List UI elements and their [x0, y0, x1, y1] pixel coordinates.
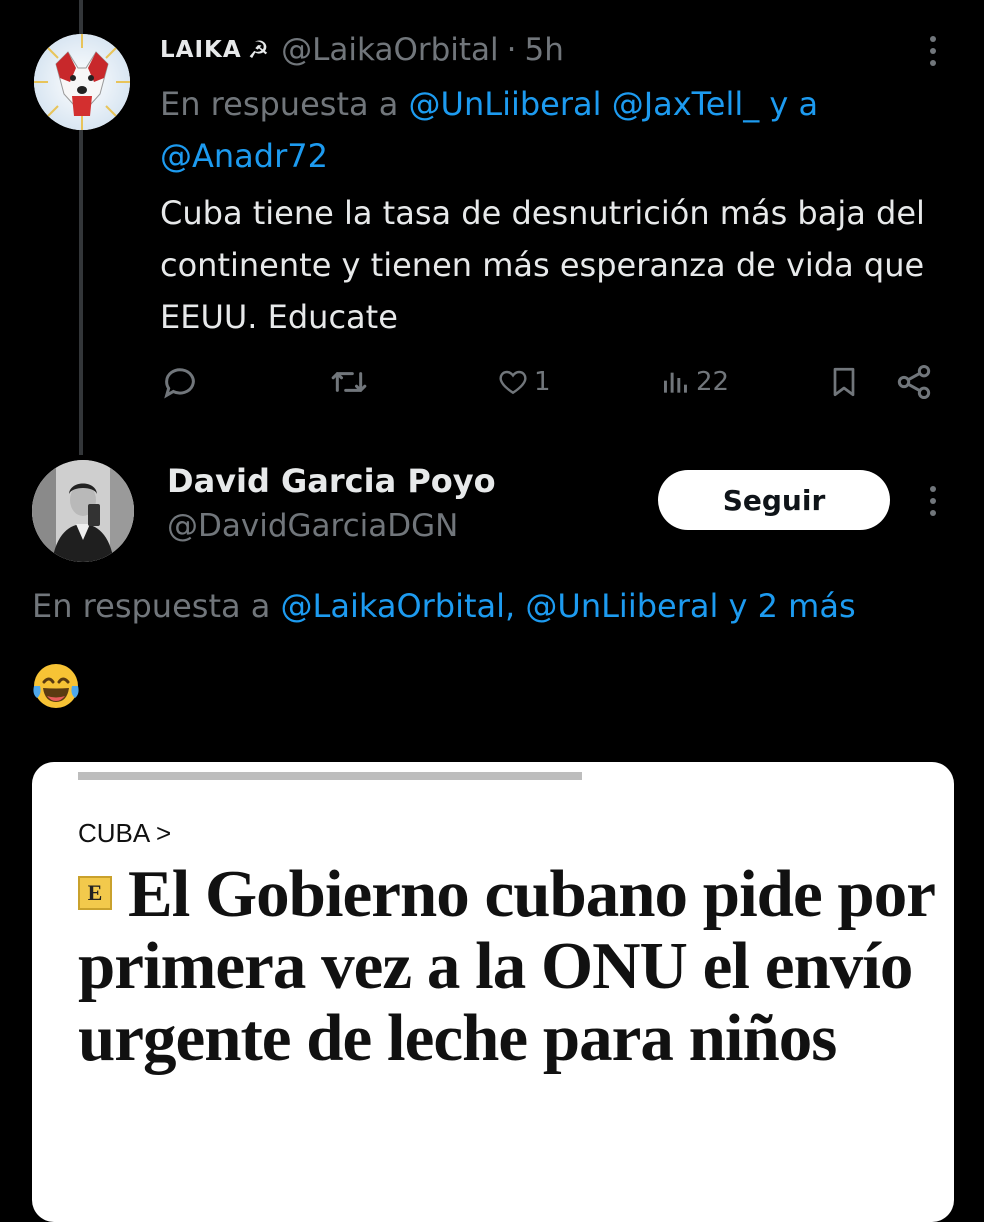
reply-mentions[interactable]: @LaikaOrbital, @UnLiiberal y 2 más: [281, 587, 856, 625]
more-icon[interactable]: [928, 486, 938, 516]
card-top-bar: [78, 772, 582, 780]
more-icon[interactable]: [928, 36, 938, 66]
reply-prefix: En respuesta a: [160, 85, 399, 123]
article-section-label: CUBA >: [78, 818, 172, 848]
article-headline-text: El Gobierno cubano pide por primera vez …: [78, 857, 935, 1075]
mention-jaxtell[interactable]: @JaxTell_: [612, 85, 760, 123]
tweet2-reply-context: En respuesta a @LaikaOrbital, @UnLiibera…: [32, 587, 856, 625]
article-headline: E El Gobierno cubano pide por primera vez…: [78, 858, 938, 1074]
tweet1-handle[interactable]: @LaikaOrbital: [281, 32, 498, 68]
tweet1-display-name[interactable]: LAIKA: [160, 37, 242, 63]
reply-icon[interactable]: [160, 358, 200, 406]
retweet-icon[interactable]: [328, 358, 370, 406]
mention-anadr72[interactable]: @Anadr72: [160, 137, 328, 175]
like-count: 1: [534, 367, 551, 397]
tweet1-header: LAIKA ☭ @LaikaOrbital · 5h: [160, 28, 564, 72]
view-count: 22: [696, 367, 730, 397]
share-icon[interactable]: [894, 358, 934, 406]
like-icon: [499, 370, 527, 395]
reply-prefix: En respuesta a: [32, 587, 271, 625]
mention-unliiberal[interactable]: @UnLiiberal: [409, 85, 602, 123]
tweet2-display-name[interactable]: David Garcia Poyo: [167, 462, 496, 500]
hammer-sickle-icon: ☭: [247, 36, 270, 64]
views-button[interactable]: 22: [660, 358, 729, 406]
tweet1-text: Cuba tiene la tasa de desnutrición más b…: [160, 194, 925, 336]
tweet2-handle[interactable]: @DavidGarciaDGN: [167, 508, 458, 544]
like-button[interactable]: 1: [496, 358, 551, 406]
tweet1-reply-context: En respuesta a @UnLiiberal @JaxTell_ y a…: [160, 78, 920, 182]
article-image-card[interactable]: CUBA > E El Gobierno cubano pide por prim…: [32, 762, 954, 1222]
bookmark-icon[interactable]: [826, 358, 862, 406]
follow-button[interactable]: Seguir: [658, 470, 890, 530]
tweet1-separator: ·: [506, 32, 517, 68]
badge-letter: E: [87, 880, 103, 905]
laughing-tears-emoji: [30, 660, 82, 712]
avatar-laika[interactable]: [34, 34, 130, 130]
views-icon: [664, 372, 687, 393]
newspaper-badge-icon: E: [78, 876, 112, 910]
tweet1-action-bar: 1 22: [160, 358, 940, 406]
tweet1-time[interactable]: 5h: [525, 32, 564, 68]
reply-and[interactable]: y a: [769, 85, 818, 123]
avatar-david-garcia[interactable]: [32, 460, 134, 562]
